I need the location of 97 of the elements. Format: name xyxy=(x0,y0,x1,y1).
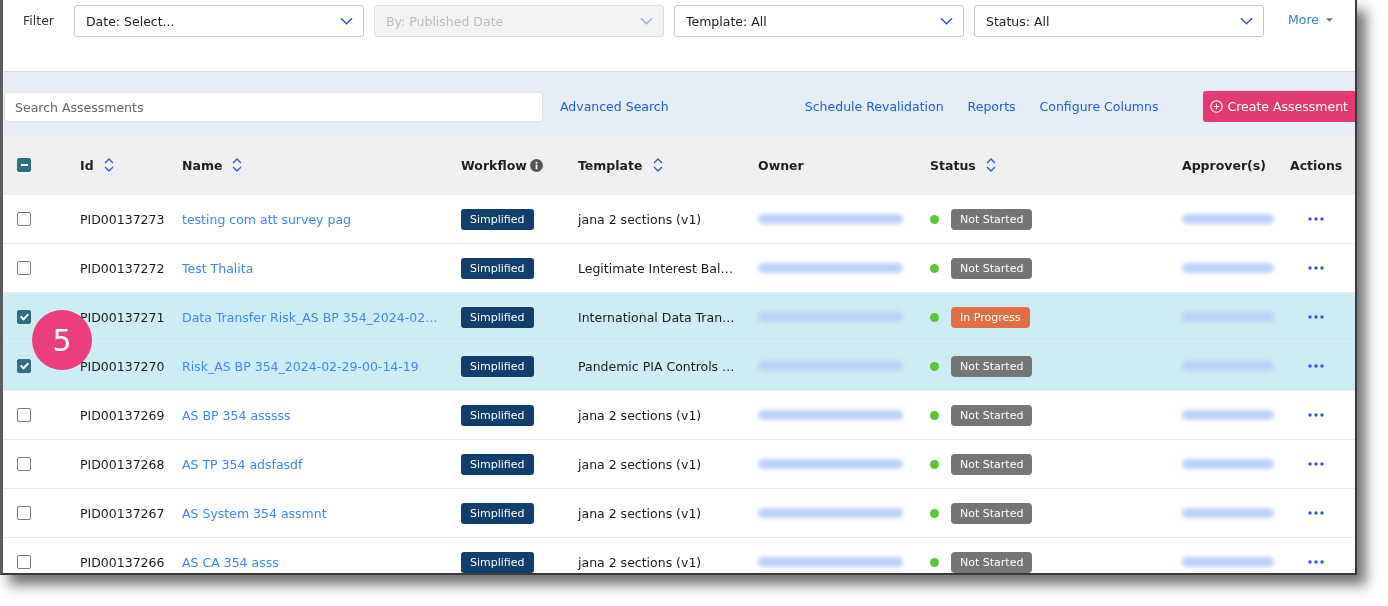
column-header[interactable]: Template xyxy=(578,157,643,173)
more-icon[interactable] xyxy=(1308,560,1324,564)
assessment-name-link[interactable]: AS BP 354 asssss xyxy=(182,407,291,423)
more-icon[interactable] xyxy=(1308,462,1324,466)
column-header[interactable]: Name xyxy=(182,157,223,173)
assessment-id: PID00137272 xyxy=(80,260,165,276)
caret-icon xyxy=(1325,17,1333,22)
filter-label: Filter xyxy=(23,13,54,28)
more-icon[interactable] xyxy=(1308,266,1324,270)
status-badge: In Progress xyxy=(951,306,1030,328)
chevron-down-icon xyxy=(939,17,953,25)
column-header[interactable]: Status xyxy=(930,157,976,173)
toolbar-link[interactable]: Schedule Revalidation xyxy=(804,99,944,114)
workflow-badge: Simplified xyxy=(461,208,534,230)
assessment-name-link[interactable]: Test Thalita xyxy=(182,260,254,276)
row-checkbox[interactable] xyxy=(17,408,31,422)
template-name: Pandemic PIA Controls … xyxy=(578,358,735,374)
column-header: Owner xyxy=(758,157,804,173)
template-name: jana 2 sections (v1) xyxy=(578,554,702,570)
sort-icon[interactable] xyxy=(103,157,114,173)
template-name: jana 2 sections (v1) xyxy=(578,211,702,227)
status-badge: Not Started xyxy=(951,404,1033,426)
table-row[interactable]: PID00137269 AS BP 354 asssss Simplified jana 2 sections (v1) Not Started xyxy=(3,391,1355,440)
assessment-id: PID00137268 xyxy=(80,456,165,472)
status-dot-icon xyxy=(930,312,939,322)
assessment-id: PID00137267 xyxy=(80,505,165,521)
column-header: Workflow xyxy=(461,157,527,173)
row-checkbox[interactable] xyxy=(17,506,31,520)
more-icon[interactable] xyxy=(1308,217,1324,221)
row-checkbox[interactable] xyxy=(17,212,31,226)
row-checkbox[interactable] xyxy=(17,359,31,373)
sort-icon[interactable] xyxy=(985,157,996,173)
advanced-search-link[interactable]: Advanced Search xyxy=(560,99,669,114)
chevron-down-icon xyxy=(339,17,353,25)
status-dot-icon xyxy=(930,508,939,518)
status-dot-icon xyxy=(930,410,939,420)
row-checkbox[interactable] xyxy=(17,457,31,471)
assessment-id: PID00137266 xyxy=(80,554,165,570)
status-dot-icon xyxy=(930,557,939,567)
filter-dropdown[interactable]: Status: All xyxy=(973,5,1264,37)
more-menu-button[interactable]: More xyxy=(1287,12,1333,27)
info-icon[interactable] xyxy=(529,158,543,172)
table-row[interactable]: PID00137266 AS CA 354 asss Simplified jana 2 sections (v1) Not Started xyxy=(3,538,1355,573)
workflow-badge: Simplified xyxy=(461,551,534,573)
template-name: jana 2 sections (v1) xyxy=(578,407,702,423)
column-header: Approver(s) xyxy=(1182,157,1266,173)
template-name: Legitimate Interest Bal… xyxy=(578,260,733,276)
row-checkbox[interactable] xyxy=(17,555,31,569)
template-name: jana 2 sections (v1) xyxy=(578,505,702,521)
select-all-checkbox[interactable] xyxy=(17,158,31,172)
assessment-name-link[interactable]: AS System 354 assmnt xyxy=(182,505,327,521)
status-badge: Not Started xyxy=(951,551,1033,573)
filter-dropdown[interactable]: Template: All xyxy=(673,5,964,37)
plus-circle-icon xyxy=(1209,100,1223,113)
workflow-badge: Simplified xyxy=(461,355,534,377)
status-badge: Not Started xyxy=(951,453,1033,475)
status-dot-icon xyxy=(930,361,939,371)
row-checkbox[interactable] xyxy=(17,261,31,275)
status-dot-icon xyxy=(930,214,939,224)
more-icon[interactable] xyxy=(1308,511,1324,515)
more-icon[interactable] xyxy=(1308,315,1324,319)
sort-icon[interactable] xyxy=(652,157,663,173)
chevron-down-icon xyxy=(1239,17,1253,25)
more-icon[interactable] xyxy=(1308,413,1324,417)
toolbar-link[interactable]: Configure Columns xyxy=(1039,99,1159,114)
more-icon[interactable] xyxy=(1308,364,1324,368)
status-badge: Not Started xyxy=(951,355,1033,377)
assessment-name-link[interactable]: AS CA 354 asss xyxy=(182,554,279,570)
status-badge: Not Started xyxy=(951,502,1033,524)
status-badge: Not Started xyxy=(951,257,1033,279)
template-name: jana 2 sections (v1) xyxy=(578,456,702,472)
assessment-name-link[interactable]: AS TP 354 adsfasdf xyxy=(182,456,303,472)
table-row[interactable]: PID00137267 AS System 354 assmnt Simplified jana 2 sections (v1) Not Started xyxy=(3,489,1355,538)
workflow-badge: Simplified xyxy=(461,502,534,524)
assessment-id: PID00137273 xyxy=(80,211,165,227)
row-checkbox[interactable] xyxy=(17,310,31,324)
toolbar-link[interactable]: Reports xyxy=(967,99,1016,114)
status-badge: Not Started xyxy=(951,208,1033,230)
column-header[interactable]: Id xyxy=(80,157,94,173)
filter-dropdown[interactable]: Date: Select... xyxy=(73,5,364,37)
table-row[interactable]: PID00137268 AS TP 354 adsfasdf Simplified jana 2 sections (v1) Not Started xyxy=(3,440,1355,489)
create-assessment-button[interactable]: Create Assessment xyxy=(1202,91,1355,122)
workflow-badge: Simplified xyxy=(461,306,534,328)
sort-icon[interactable] xyxy=(232,157,243,173)
workflow-badge: Simplified xyxy=(461,453,534,475)
status-dot-icon xyxy=(930,263,939,273)
assessment-id: PID00137269 xyxy=(80,407,165,423)
workflow-badge: Simplified xyxy=(461,257,534,279)
template-name: International Data Tran… xyxy=(578,309,735,325)
status-dot-icon xyxy=(930,459,939,469)
workflow-badge: Simplified xyxy=(461,404,534,426)
column-header: Actions xyxy=(1290,157,1343,173)
table-row[interactable]: PID00137273 testing com att survey pag Simplified jana 2 sections (v1) Not Started xyxy=(3,195,1355,244)
search-field[interactable]: Search Assessments xyxy=(4,92,543,122)
table-row[interactable]: PID00137272 Test Thalita Simplified Legitimate Interest Bal… Not Started xyxy=(3,244,1355,293)
assessment-name-link[interactable]: testing com att survey pag xyxy=(182,211,351,227)
chevron-down-icon xyxy=(639,17,653,25)
